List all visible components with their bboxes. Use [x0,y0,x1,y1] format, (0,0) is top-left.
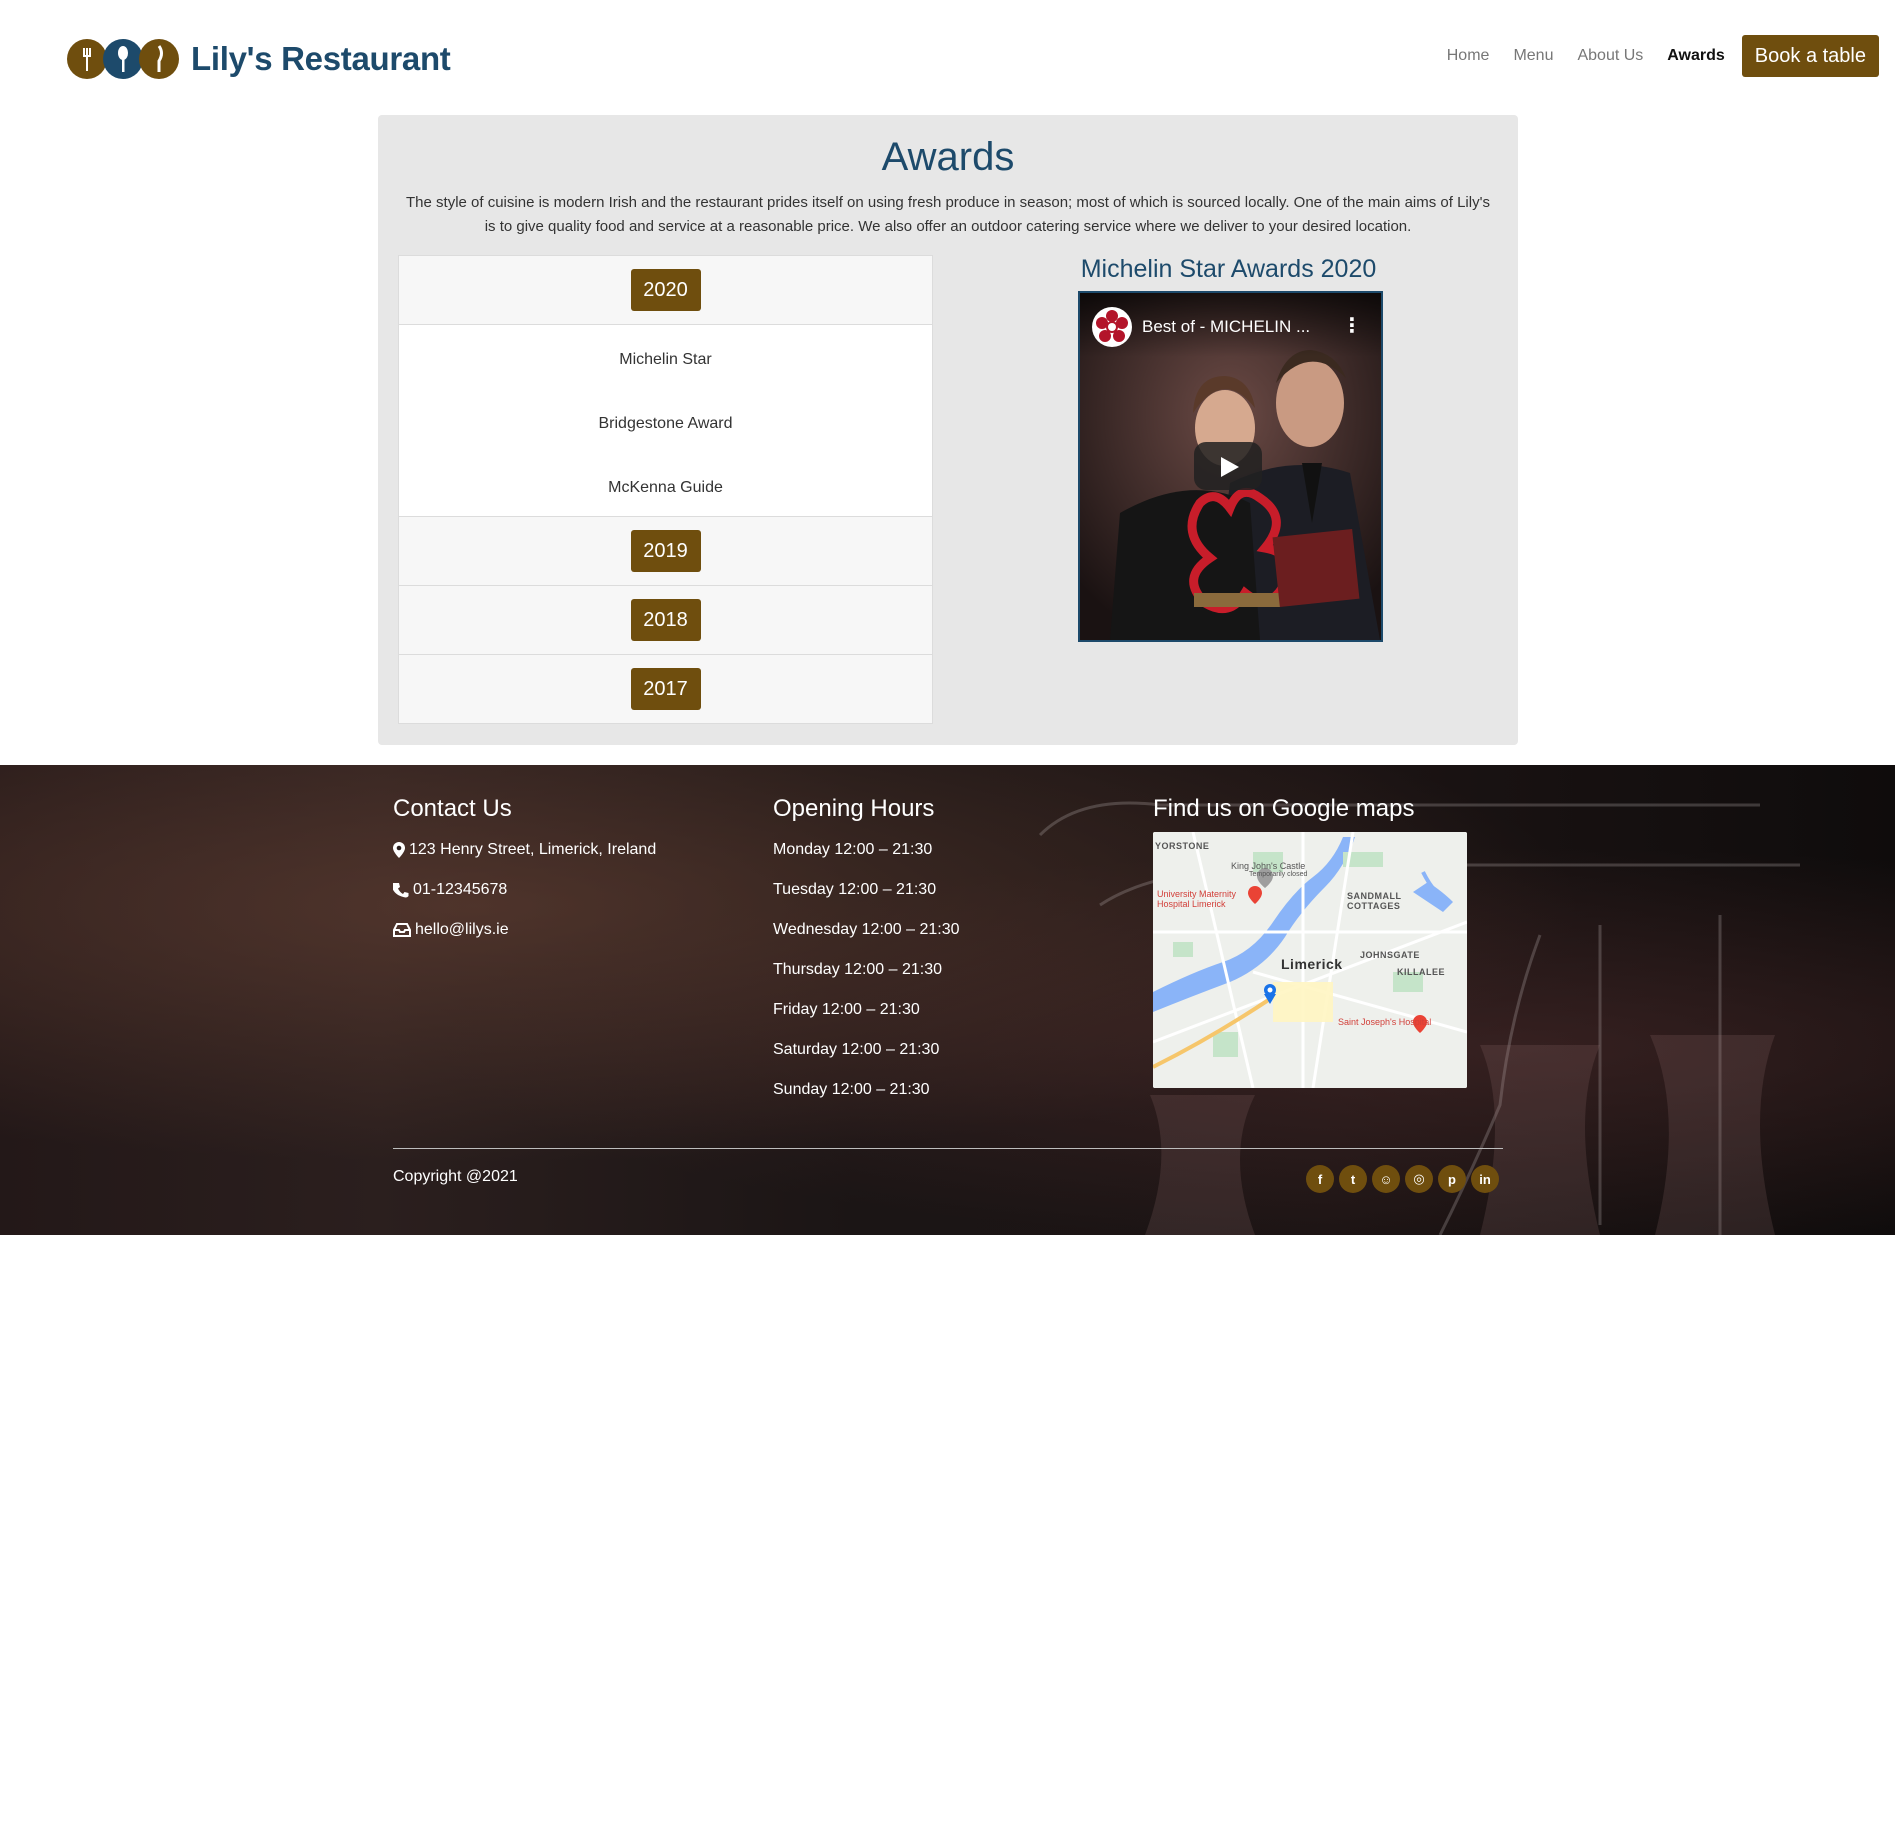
instagram-icon[interactable]: ◎ [1405,1165,1433,1193]
social-links: f t ☺ ◎ p in [1306,1165,1504,1193]
logo-mark [67,39,179,79]
snapchat-icon[interactable]: ☺ [1372,1165,1400,1193]
video-caption: Best of - MICHELIN ... [1142,317,1311,336]
twitter-icon[interactable]: t [1339,1165,1367,1193]
address-line: 123 Henry Street, Limerick, Ireland [393,841,656,859]
play-icon[interactable] [1194,442,1262,490]
video-embed[interactable]: Best of - MICHELIN ... ⋮ [1078,291,1383,642]
map-label-hospital: Saint Joseph's Hospital [1338,1017,1432,1027]
map-label-area: YORSTONE [1155,841,1210,851]
nav-menu[interactable]: Menu [1513,47,1553,65]
year-button-2019[interactable]: 2019 [630,530,701,572]
email-line[interactable]: hello@lilys.ie [393,921,509,939]
pinterest-icon[interactable]: p [1438,1165,1466,1193]
google-map[interactable]: YORSTONE King John's Castle Temporarily … [1153,832,1467,1088]
nav-home[interactable]: Home [1447,47,1490,65]
hours-friday: Friday 12:00 – 21:30 [773,1001,920,1018]
map-title: Find us on Google maps [1153,795,1415,822]
michelin-logo-icon [1092,307,1132,347]
facebook-icon[interactable]: f [1306,1165,1334,1193]
email-text: hello@lilys.ie [415,921,509,938]
footer-background [1038,801,1800,1235]
nav-about-us[interactable]: About Us [1577,47,1643,65]
hours-wednesday: Wednesday 12:00 – 21:30 [773,921,960,938]
year-button-2017[interactable]: 2017 [630,668,701,710]
award-item: Bridgestone Award [598,415,733,432]
copyright-text: Copyright @2021 [393,1168,518,1185]
video-heading: Michelin Star Awards 2020 [1080,255,1377,283]
hours-saturday: Saturday 12:00 – 21:30 [773,1041,940,1058]
awards-section: Awards The style of cuisine is modern Ir… [378,115,1518,745]
address-text: 123 Henry Street, Limerick, Ireland [409,841,657,858]
site-footer: Contact Us 123 Henry Street, Limerick, I… [0,765,1895,1235]
accordion-header-2017[interactable]: 2017 [399,655,932,723]
inbox-icon [393,923,411,937]
year-button-2018[interactable]: 2018 [630,599,701,641]
more-vert-icon[interactable]: ⋮ [1342,313,1362,338]
map-label-area: KILLALEE [1397,967,1445,977]
fork-icon [67,39,107,79]
award-item: Michelin Star [619,351,712,368]
accordion-body-2020: Michelin Star Bridgestone Award McKenna … [399,325,932,517]
map-label-castle-note: Temporarily closed [1249,871,1308,878]
nav-awards[interactable]: Awards [1667,47,1725,65]
footer-divider [393,1148,1503,1149]
map-label-area: SANDMALL COTTAGES [1347,891,1402,911]
hours-tuesday: Tuesday 12:00 – 21:30 [773,881,937,898]
map-label-city: Limerick [1281,956,1343,972]
hours-sunday: Sunday 12:00 – 21:30 [773,1081,930,1098]
map-label-area: JOHNSGATE [1360,950,1420,960]
phone-text: 01-12345678 [413,881,508,898]
knife-icon [139,39,179,79]
hours-title: Opening Hours [773,795,935,822]
map-label-castle: King John's Castle [1231,861,1306,871]
awards-description: The style of cuisine is modern Irish and… [406,194,1490,235]
brand-logo[interactable]: Lily's Restaurant [67,36,451,82]
book-table-button[interactable]: Book a table [1741,35,1879,77]
linkedin-icon[interactable]: in [1471,1165,1499,1193]
main-nav: Home Menu About Us Awards Book a table [1423,35,1879,77]
hours-thursday: Thursday 12:00 – 21:30 [773,961,943,978]
spoon-icon [103,39,143,79]
contact-title: Contact Us [393,795,512,822]
hours-monday: Monday 12:00 – 21:30 [773,841,933,858]
awards-accordion: 2020 Michelin Star Bridgestone Award McK… [398,255,933,724]
accordion-header-2018[interactable]: 2018 [399,586,932,655]
accordion-header-2019[interactable]: 2019 [399,517,932,586]
award-item: McKenna Guide [608,479,723,496]
brand-name: Lily's Restaurant [191,40,451,77]
page-title: Awards [881,135,1015,179]
year-button-2020[interactable]: 2020 [630,269,701,311]
accordion-header-2020[interactable]: 2020 [399,256,932,325]
phone-line[interactable]: 01-12345678 [393,881,507,899]
map-label-hospital: University Maternity Hospital Limerick [1157,889,1237,909]
map-marker-icon [393,842,405,858]
phone-icon [393,883,409,898]
site-header: Lily's Restaurant Home Menu About Us Awa… [0,0,1895,112]
